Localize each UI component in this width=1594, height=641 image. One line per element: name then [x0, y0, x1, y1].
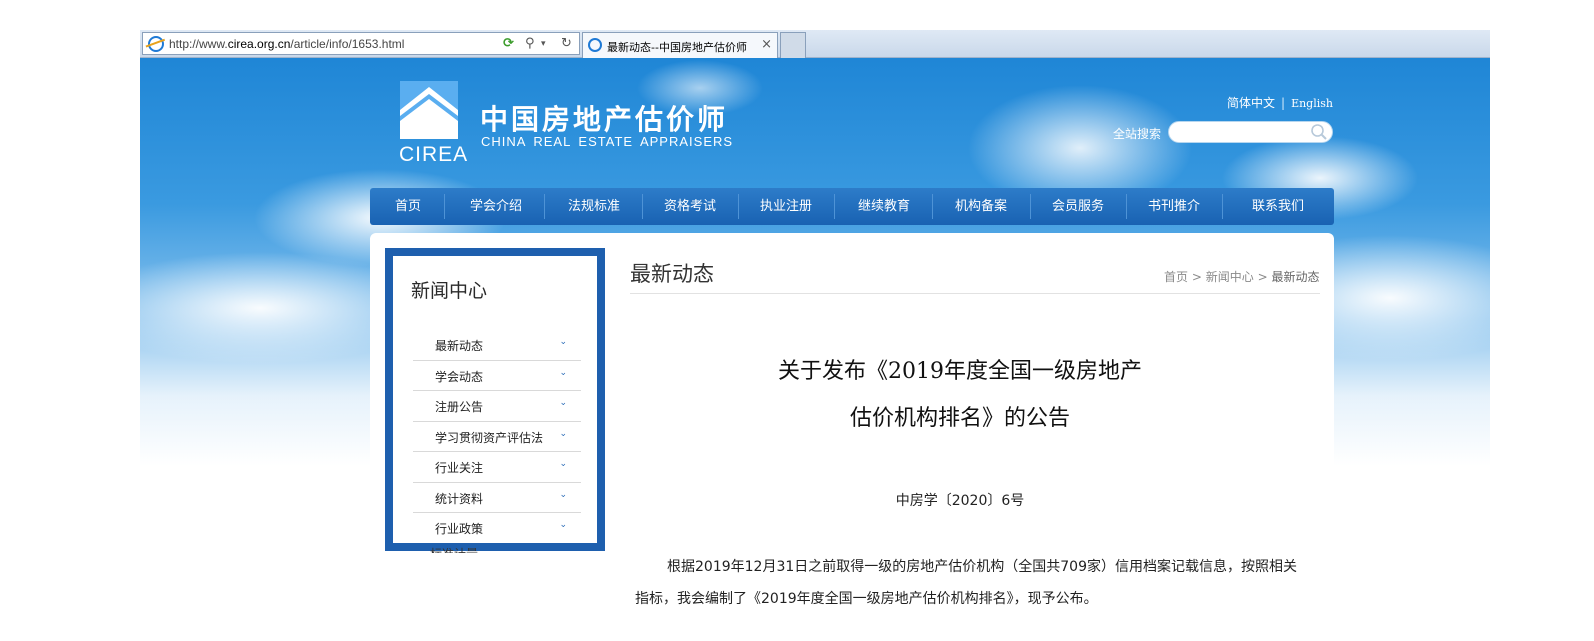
main-nav: 首页 学会介绍 法规标准 资格考试 执业注册 继续教育 机构备案 会员服务 书刊…	[370, 188, 1334, 225]
sidebar-list: 最新动态 ⌄ 学会动态 ⌄ 注册公告 ⌄ 学习贯彻资产评估法 ⌄ 行业关注 ⌄ 统计资料 ⌄…	[413, 330, 581, 543]
browser-tab[interactable]: 最新动态--中国房地产估价师 ×	[582, 32, 778, 58]
breadcrumb-separator: >	[1257, 270, 1268, 284]
website: CIREA 中国房地产估价师 CHINA REAL ESTATE APPRAIS…	[140, 58, 1490, 641]
url-path: /article/info/1653.html	[290, 37, 405, 51]
refresh-icon[interactable]: ↻	[561, 36, 572, 51]
document-number: 中房学〔2020〕6号	[895, 493, 1025, 509]
chevron-down-icon[interactable]: ▾	[541, 39, 546, 49]
search-label: 全站搜索	[1113, 127, 1162, 141]
search-input[interactable]	[1168, 121, 1333, 143]
section-title: 最新动态	[630, 262, 714, 286]
sidebar-item-label: 行业政策	[435, 522, 484, 536]
browser-toolbar: http://www.cirea.org.cn/article/info/165…	[140, 30, 1490, 58]
nav-divider	[544, 194, 545, 219]
article-body: 根据2019年12月31日之前取得一级的房地产估价机构（全国共709家）信用档案…	[635, 559, 1297, 607]
sidebar-item-label: 学会动态	[435, 369, 484, 384]
chevron-down-icon: ⌄	[559, 520, 567, 530]
lang-separator: |	[1281, 96, 1286, 110]
sidebar-item-label: 行业关注	[435, 461, 484, 475]
sidebar-item-society-news[interactable]: 学会动态 ⌄	[413, 361, 581, 391]
nav-item-contact[interactable]: 联系我们	[1222, 188, 1334, 225]
sidebar-item-label: 学习贯彻资产评估法	[435, 430, 544, 445]
close-icon[interactable]: ×	[761, 37, 772, 52]
article-title-line: 估价机构排名》的公告	[849, 406, 1070, 431]
url-domain: cirea.org.cn	[227, 37, 291, 51]
nav-item-education[interactable]: 继续教育	[836, 188, 932, 225]
nav-item-home[interactable]: 首页	[378, 188, 438, 225]
nav-item-publications[interactable]: 书刊推介	[1126, 188, 1222, 225]
nav-divider	[444, 194, 445, 219]
browser-window: http://www.cirea.org.cn/article/info/165…	[140, 30, 1490, 641]
sidebar-item-registration-notice[interactable]: 注册公告 ⌄	[413, 391, 581, 422]
site-name[interactable]: 中国房地产估价师	[480, 98, 728, 138]
article-title-line: 关于发布《2019年度全国一级房地产	[778, 359, 1142, 384]
chevron-down-icon: ⌄	[559, 337, 567, 347]
sidebar-item-valuation-law[interactable]: 学习贯彻资产评估法 ⌄	[413, 422, 581, 452]
lang-en-link[interactable]: English	[1291, 97, 1333, 110]
nav-item-about[interactable]: 学会介绍	[450, 188, 542, 225]
sidebar-title: 新闻中心	[411, 280, 488, 302]
nav-item-regulations[interactable]: 法规标准	[546, 188, 642, 225]
compat-icon[interactable]: ⟳	[503, 36, 514, 51]
ie-icon	[148, 36, 164, 52]
search-icon[interactable]: ⚲	[525, 36, 535, 51]
sidebar-item-label: 统计资料	[435, 491, 484, 506]
chevron-down-icon: ⌄	[559, 428, 567, 439]
sidebar-item-label: 最新动态	[435, 339, 484, 353]
nav-item-members[interactable]: 会员服务	[1030, 188, 1126, 225]
nav-item-exam[interactable]: 资格考试	[642, 188, 738, 225]
sidebar: 新闻中心 最新动态 ⌄ 学会动态 ⌄ 注册公告 ⌄ 学习贯彻资产评估法 ⌄ 行业关注 ⌄ …	[385, 248, 605, 551]
sidebar-item-clipped[interactable]: 标准计量	[430, 545, 478, 553]
breadcrumb-home[interactable]: 首页	[1164, 270, 1188, 284]
site-name-en: CHINA REAL ESTATE APPRAISERS	[481, 134, 734, 149]
sidebar-item-label: 注册公告	[435, 400, 484, 414]
tab-title: 最新动态--中国房地产估价师	[607, 41, 747, 54]
nav-item-registration[interactable]: 执业注册	[738, 188, 834, 225]
new-tab-button[interactable]	[780, 32, 806, 58]
sidebar-item-industry-focus[interactable]: 行业关注 ⌄	[413, 452, 581, 483]
lang-zh-link[interactable]: 简体中文	[1227, 96, 1275, 110]
sidebar-item-industry-policy[interactable]: 行业政策 ⌄	[413, 513, 581, 543]
address-bar[interactable]: http://www.cirea.org.cn/article/info/165…	[142, 32, 580, 55]
logo-icon[interactable]	[400, 81, 458, 139]
search-icon[interactable]	[1310, 123, 1328, 141]
language-switcher: 简体中文 | English	[1227, 94, 1333, 111]
ie-icon	[588, 38, 602, 52]
breadcrumb-separator: >	[1191, 270, 1202, 284]
chevron-down-icon: ⌄	[559, 489, 567, 500]
title-divider	[630, 293, 1320, 294]
chevron-down-icon: ⌄	[559, 398, 567, 408]
sidebar-item-latest-news[interactable]: 最新动态 ⌄	[413, 330, 581, 361]
chevron-down-icon: ⌄	[559, 459, 567, 469]
breadcrumb: 首页 > 新闻中心 > 最新动态	[1164, 268, 1319, 285]
chevron-down-icon: ⌄	[559, 367, 567, 378]
breadcrumb-current: 最新动态	[1271, 270, 1320, 284]
sidebar-inner: 新闻中心 最新动态 ⌄ 学会动态 ⌄ 注册公告 ⌄ 学习贯彻资产评估法 ⌄ 行业关注 ⌄ …	[393, 256, 597, 543]
nav-item-institutions[interactable]: 机构备案	[932, 188, 1030, 225]
sidebar-item-statistics[interactable]: 统计资料 ⌄	[413, 483, 581, 513]
breadcrumb-parent[interactable]: 新闻中心	[1206, 270, 1254, 284]
logo-text: CIREA	[399, 143, 469, 166]
address-url[interactable]: http://www.cirea.org.cn/article/info/165…	[169, 37, 404, 51]
nav-divider	[834, 194, 835, 219]
url-prefix: http://www.	[169, 37, 228, 51]
article-title: 关于发布《2019年度全国一级房地产 估价机构排名》的公告	[630, 348, 1290, 442]
